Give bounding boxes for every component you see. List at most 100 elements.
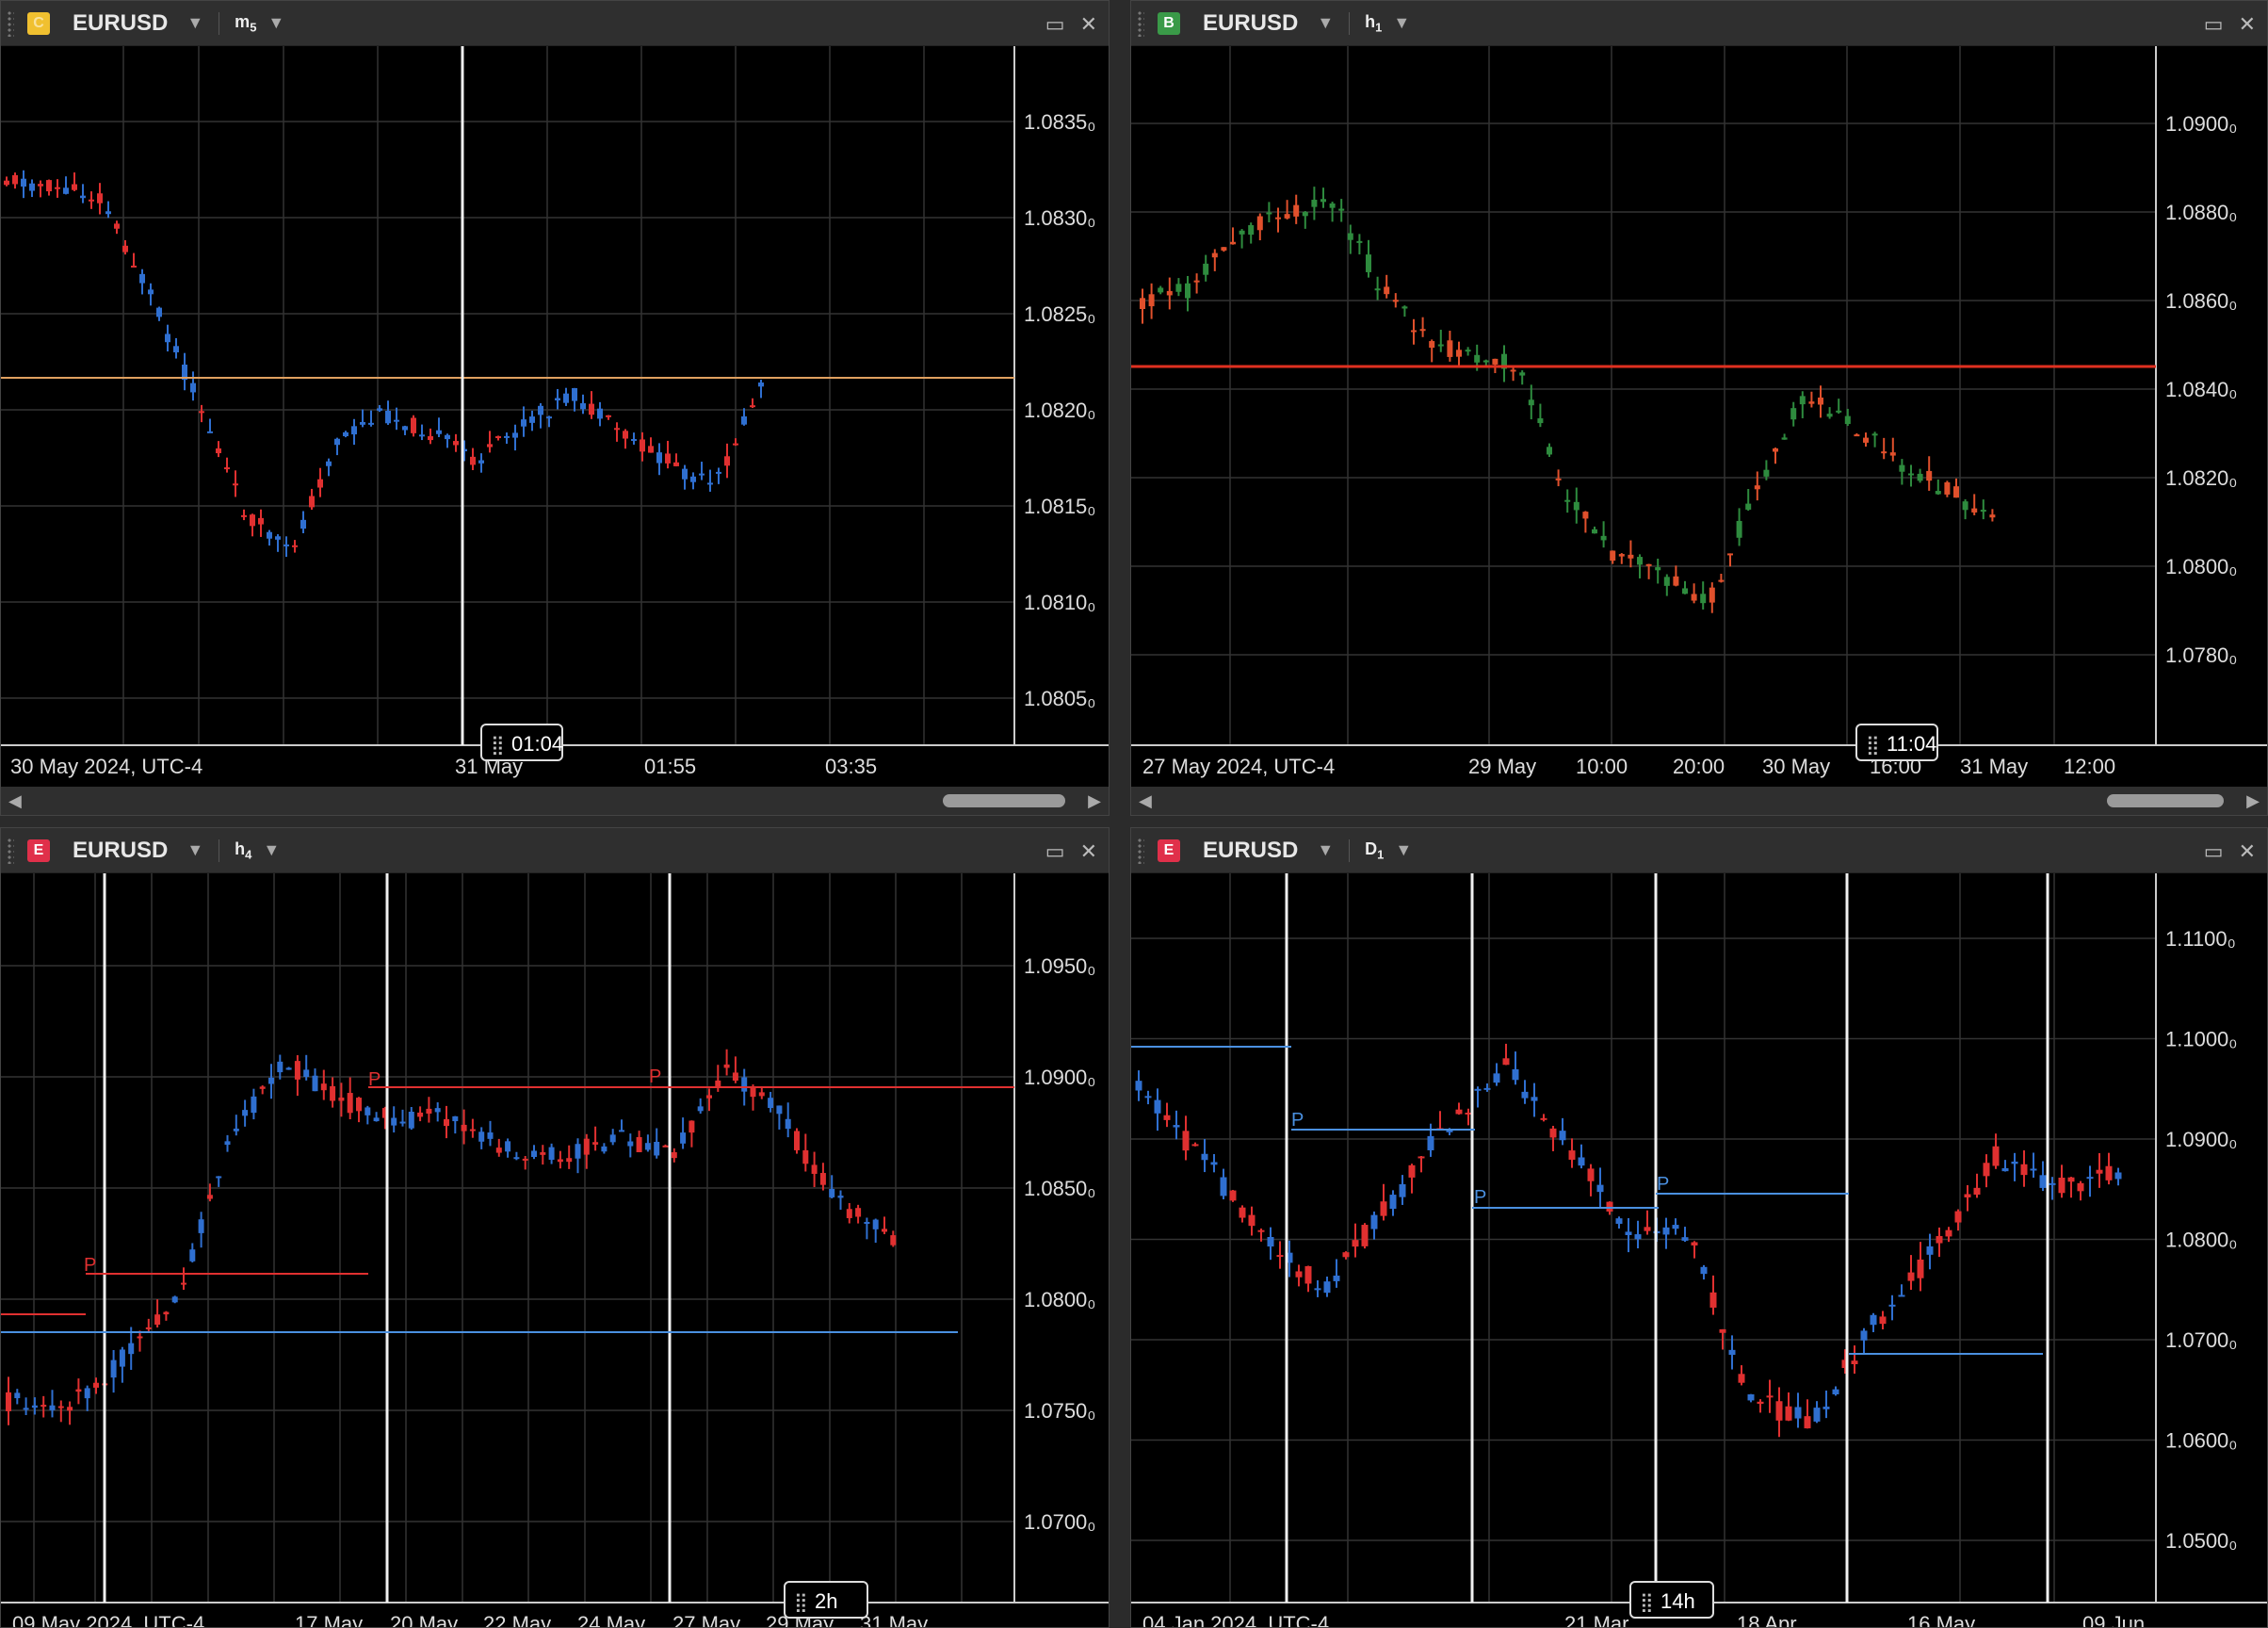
- chart-panel-eurusd-d1[interactable]: E EURUSD ▼ D1 ▼ ▭ ✕ 1.1100₀ 1.1000₀ 1.0900₀…: [1130, 827, 2268, 1628]
- candle-body: [114, 223, 120, 229]
- maximize-icon[interactable]: ▭: [1045, 839, 1065, 864]
- candle-body: [750, 405, 755, 408]
- candle-body: [1973, 1187, 1981, 1196]
- scrollbar-thumb[interactable]: [943, 794, 1065, 807]
- panel-titlebar[interactable]: B EURUSD ▼ h1 ▼ ▭ ✕: [1131, 1, 2267, 46]
- link-badge[interactable]: C: [27, 11, 50, 35]
- symbol-label[interactable]: EURUSD: [1203, 838, 1298, 864]
- symbol-label[interactable]: EURUSD: [73, 838, 168, 864]
- candle-body: [1418, 1156, 1425, 1159]
- horizontal-scrollbar[interactable]: ◀ ▶: [1, 787, 1109, 815]
- maximize-icon[interactable]: ▭: [2204, 839, 2224, 864]
- candle-body: [1175, 284, 1182, 292]
- symbol-label[interactable]: EURUSD: [1203, 10, 1298, 37]
- x-axis-tick-label: 20:00: [1673, 755, 1725, 778]
- candle-body: [470, 456, 476, 465]
- symbol-dropdown-icon[interactable]: ▼: [1317, 13, 1334, 33]
- candle-body: [1333, 1275, 1340, 1281]
- candle-body: [1483, 1087, 1491, 1090]
- candle-body: [224, 467, 230, 470]
- candle-body: [732, 1072, 738, 1082]
- chart-panel-eurusd-m5[interactable]: C EURUSD ▼ m5 ▼ ▭ ✕ 1.0835₀ 1.0830₀ 1.0825₀…: [0, 0, 1110, 816]
- link-badge[interactable]: E: [27, 838, 50, 862]
- timeframe-dropdown-icon[interactable]: ▼: [263, 840, 280, 860]
- price-chart[interactable]: 1.0950₀ 1.0900₀ 1.0850₀ 1.0800₀ 1.0750₀ 1.070…: [1, 873, 1110, 1628]
- candle-body: [190, 383, 196, 393]
- candle-body: [1582, 512, 1589, 519]
- scroll-left-icon[interactable]: ◀: [1139, 791, 1152, 811]
- link-badge[interactable]: E: [1158, 838, 1180, 862]
- maximize-icon[interactable]: ▭: [2204, 12, 2224, 37]
- candle-body: [1822, 1407, 1830, 1409]
- link-badge[interactable]: B: [1158, 11, 1180, 35]
- horizontal-scrollbar[interactable]: ◀ ▶: [1131, 787, 2267, 815]
- candle-body: [1863, 437, 1869, 443]
- candle-body: [487, 1132, 494, 1139]
- maximize-icon[interactable]: ▭: [1045, 12, 1065, 37]
- timeframe-label[interactable]: m5: [235, 12, 256, 35]
- candle-body: [444, 1118, 449, 1127]
- panel-titlebar[interactable]: E EURUSD ▼ h4 ▼ ▭ ✕: [1, 828, 1109, 873]
- candle-body: [1284, 214, 1290, 219]
- close-icon[interactable]: ✕: [2239, 839, 2256, 864]
- candle-body: [343, 431, 348, 437]
- candle-body: [1945, 1229, 1952, 1237]
- candle-body: [1989, 514, 1996, 518]
- candle-body: [1908, 473, 1914, 476]
- y-axis-tick-label: 1.0820₀: [2165, 466, 2237, 490]
- candle-body: [1917, 473, 1923, 481]
- price-chart[interactable]: 1.0900₀ 1.0880₀ 1.0860₀ 1.0840₀ 1.0820₀ 1.080…: [1131, 46, 2268, 790]
- chart-panel-eurusd-h1[interactable]: B EURUSD ▼ h1 ▼ ▭ ✕ 1.0900₀ 1.0880₀ 1.0860₀…: [1130, 0, 2268, 816]
- scroll-left-icon[interactable]: ◀: [8, 791, 22, 811]
- timeframe-dropdown-icon[interactable]: ▼: [1395, 840, 1412, 860]
- chart-panel-eurusd-h4[interactable]: E EURUSD ▼ h4 ▼ ▭ ✕ 1.0950₀ 1.0900₀ 1.0850₀…: [0, 827, 1110, 1628]
- candle-body: [1201, 1153, 1208, 1161]
- close-icon[interactable]: ✕: [2239, 12, 2256, 37]
- candle-body: [1447, 340, 1453, 357]
- candle-body: [1926, 1245, 1934, 1255]
- candle-body: [224, 1141, 231, 1146]
- timeframe-dropdown-icon[interactable]: ▼: [267, 13, 284, 33]
- scroll-right-icon[interactable]: ▶: [1088, 791, 1101, 811]
- candle-body: [665, 453, 671, 464]
- scroll-right-icon[interactable]: ▶: [2246, 791, 2260, 811]
- x-axis-tick-label: 22 May: [483, 1612, 551, 1628]
- timeframe-label[interactable]: h1: [1365, 12, 1382, 35]
- candle-body: [242, 1110, 249, 1116]
- symbol-label[interactable]: EURUSD: [73, 10, 168, 37]
- price-chart[interactable]: 1.0835₀ 1.0830₀ 1.0825₀ 1.0820₀ 1.0815₀ 1.081…: [1, 46, 1110, 790]
- drag-handle-icon[interactable]: [7, 9, 14, 37]
- panel-titlebar[interactable]: E EURUSD ▼ D1 ▼ ▭ ✕: [1131, 828, 2267, 873]
- candle-body: [768, 1098, 774, 1109]
- timeframe-dropdown-icon[interactable]: ▼: [1393, 13, 1410, 33]
- candle-body: [1267, 1236, 1274, 1247]
- y-axis-tick-label: 1.0900₀: [2165, 112, 2237, 136]
- drag-handle-icon[interactable]: [1137, 9, 1144, 37]
- panel-titlebar[interactable]: C EURUSD ▼ m5 ▼ ▭ ✕: [1, 1, 1109, 46]
- candle-body: [872, 1219, 879, 1229]
- symbol-dropdown-icon[interactable]: ▼: [186, 13, 203, 33]
- symbol-dropdown-icon[interactable]: ▼: [186, 840, 203, 860]
- candle-body: [347, 1093, 353, 1114]
- candle-body: [1239, 1207, 1246, 1218]
- price-chart[interactable]: 1.1100₀ 1.1000₀ 1.0900₀ 1.0800₀ 1.0700₀ 1.060…: [1131, 873, 2268, 1628]
- candle-body: [1600, 535, 1607, 541]
- scrollbar-thumb[interactable]: [2107, 794, 2224, 807]
- close-icon[interactable]: ✕: [1080, 12, 1097, 37]
- candle-body: [377, 408, 382, 411]
- candle-body: [1510, 369, 1516, 372]
- candle-body: [1754, 485, 1760, 490]
- timeframe-label[interactable]: h4: [235, 839, 251, 862]
- candle-body: [648, 446, 654, 453]
- candle-body: [1618, 554, 1625, 557]
- drag-handle-icon[interactable]: [1137, 837, 1144, 864]
- x-axis-tick-label: 24 May: [577, 1612, 645, 1628]
- candle-body: [1521, 1091, 1529, 1099]
- drag-handle-icon[interactable]: [7, 837, 14, 864]
- close-icon[interactable]: ✕: [1080, 839, 1097, 864]
- symbol-dropdown-icon[interactable]: ▼: [1317, 840, 1334, 860]
- timeframe-label[interactable]: D1: [1365, 839, 1384, 862]
- candle-body: [1625, 1231, 1632, 1236]
- candle-body: [1401, 306, 1408, 309]
- candle-body: [1682, 588, 1688, 594]
